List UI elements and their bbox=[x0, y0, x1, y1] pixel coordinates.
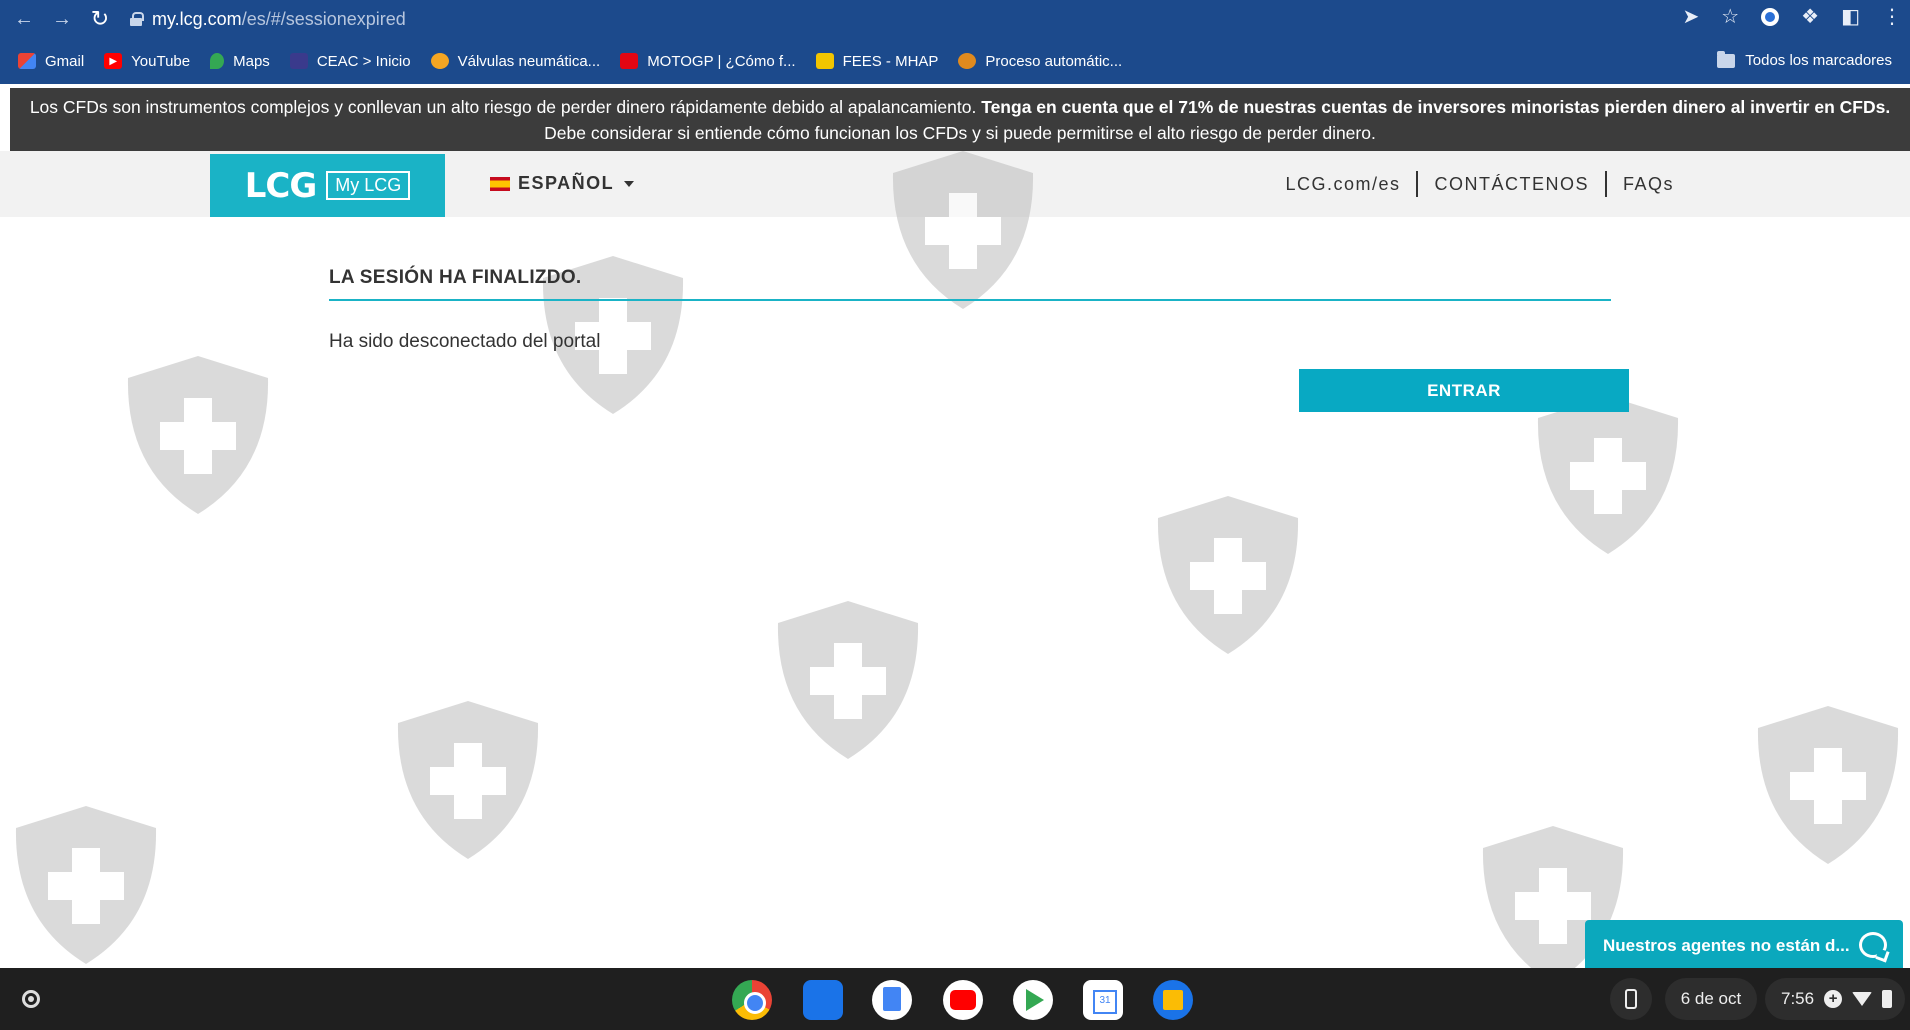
chrome-app-icon[interactable] bbox=[732, 980, 772, 1020]
books-app-icon[interactable] bbox=[1153, 980, 1193, 1020]
link-lcg-com[interactable]: LCG.com/es bbox=[1269, 174, 1416, 195]
toolbar-actions: ➤ ☆ ❖ ◧ ⋮ bbox=[1682, 4, 1902, 29]
side-panel-icon[interactable]: ◧ bbox=[1841, 4, 1860, 29]
shield-watermark-icon bbox=[15, 806, 157, 964]
date-tray[interactable]: 6 de oct bbox=[1665, 978, 1757, 1020]
os-shelf: 6 de oct 7:56 + bbox=[0, 968, 1910, 1030]
bookmark-fees[interactable]: FEES - MHAP bbox=[815, 53, 938, 70]
wifi-icon bbox=[1852, 992, 1873, 1006]
shield-watermark-icon bbox=[1157, 496, 1299, 654]
all-bookmarks[interactable]: Todos los marcadores bbox=[1717, 50, 1892, 69]
ceac-icon bbox=[289, 53, 308, 69]
star-icon[interactable]: ☆ bbox=[1721, 4, 1739, 29]
shield-watermark-icon bbox=[1757, 706, 1899, 864]
bookmark-ceac[interactable]: CEAC > Inicio bbox=[289, 53, 411, 70]
header-links: LCG.com/es CONTÁCTENOS FAQs bbox=[1269, 171, 1690, 197]
fees-icon bbox=[815, 53, 834, 69]
calendar-app-icon[interactable] bbox=[1083, 980, 1123, 1020]
gmail-icon bbox=[18, 53, 36, 69]
share-icon[interactable]: ➤ bbox=[1682, 4, 1699, 29]
back-arrow-icon[interactable]: ← bbox=[10, 5, 38, 33]
shield-watermark-icon bbox=[1537, 396, 1679, 554]
youtube-icon: ▶ bbox=[104, 53, 123, 69]
address-bar[interactable]: my.lcg.com/es/#/sessionexpired bbox=[130, 4, 406, 34]
url-path: /es/#/sessionexpired bbox=[241, 8, 406, 29]
status-tray[interactable]: 7:56 + bbox=[1765, 978, 1905, 1020]
maps-icon bbox=[210, 53, 225, 69]
link-contactenos[interactable]: CONTÁCTENOS bbox=[1418, 174, 1605, 195]
session-title: LA SESIÓN HA FINALIZDO. bbox=[329, 267, 582, 288]
bookmark-gmail[interactable]: Gmail bbox=[18, 53, 84, 70]
enter-button[interactable]: ENTRAR bbox=[1299, 369, 1629, 412]
folder-icon bbox=[1717, 50, 1736, 68]
shield-watermark-icon bbox=[397, 701, 539, 859]
shield-watermark-icon bbox=[892, 151, 1034, 309]
as-icon bbox=[620, 53, 639, 69]
forward-arrow-icon[interactable]: → bbox=[48, 5, 76, 33]
lcg-logo[interactable]: LCG My LCG bbox=[210, 154, 445, 217]
title-divider bbox=[329, 299, 1611, 301]
phone-hub[interactable] bbox=[1610, 978, 1652, 1020]
battery-icon bbox=[1882, 990, 1893, 1008]
files-app-icon[interactable] bbox=[803, 980, 843, 1020]
youtube-app-icon[interactable] bbox=[943, 980, 983, 1020]
link-faqs[interactable]: FAQs bbox=[1607, 174, 1690, 195]
bookmark-valvulas[interactable]: Válvulas neumática... bbox=[430, 53, 600, 70]
bookmark-proceso[interactable]: Proceso automátic... bbox=[958, 53, 1122, 70]
browser-toolbar: ← → ↻ my.lcg.com/es/#/sessionexpired ➤ ☆… bbox=[0, 0, 1910, 38]
bookmark-maps[interactable]: Maps bbox=[210, 53, 270, 70]
language-selector[interactable]: ESPAÑOL bbox=[490, 173, 635, 194]
chat-widget[interactable]: Nuestros agentes no están d... bbox=[1585, 920, 1903, 972]
phone-icon bbox=[1625, 989, 1637, 1009]
play-store-app-icon[interactable] bbox=[1013, 980, 1053, 1020]
lock-icon bbox=[130, 12, 144, 26]
bookmark-motogp[interactable]: MOTOGP | ¿Cómo f... bbox=[620, 53, 796, 70]
plus-icon: + bbox=[1824, 990, 1843, 1008]
session-message: Ha sido desconectado del portal bbox=[329, 331, 601, 352]
caret-down-icon bbox=[624, 180, 635, 187]
chat-label: Nuestros agentes no están d... bbox=[1603, 936, 1850, 955]
clock: 7:56 bbox=[1781, 989, 1815, 1008]
shield-watermark-icon bbox=[777, 601, 919, 759]
puzzle-icon[interactable]: ❖ bbox=[1801, 4, 1819, 29]
shield-watermark-icon bbox=[127, 356, 269, 514]
docs-app-icon[interactable] bbox=[872, 980, 912, 1020]
menu-kebab-icon[interactable]: ⋮ bbox=[1882, 4, 1902, 29]
spain-flag-icon bbox=[490, 176, 510, 191]
risk-warning-banner: Los CFDs son instrumentos complejos y co… bbox=[10, 88, 1910, 151]
chat-bubble-icon bbox=[1859, 932, 1887, 958]
valvulas-icon bbox=[430, 53, 449, 69]
extension-icon[interactable] bbox=[1761, 7, 1780, 26]
url-host: my.lcg.com bbox=[152, 8, 242, 29]
launcher-icon[interactable] bbox=[22, 990, 40, 1008]
bookmarks-bar: Gmail ▶ YouTube Maps CEAC > Inicio Válvul… bbox=[0, 38, 1910, 84]
bookmark-youtube[interactable]: ▶ YouTube bbox=[104, 53, 190, 70]
reload-icon[interactable]: ↻ bbox=[86, 5, 114, 33]
proceso-icon bbox=[958, 53, 977, 69]
